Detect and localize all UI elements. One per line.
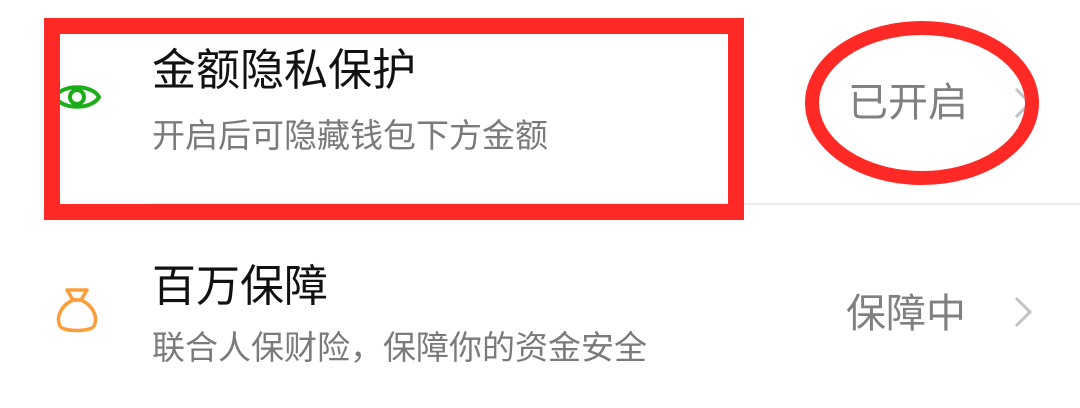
amount-privacy-description: 开启后可隐藏钱包下方金额 — [152, 116, 548, 155]
million-protection-status: 保障中 — [846, 291, 966, 337]
money-bag-icon — [56, 288, 98, 333]
million-protection-description: 联合人保财险，保障你的资金安全 — [152, 328, 647, 367]
chevron-right-icon — [1014, 296, 1033, 328]
chevron-right-icon — [1014, 87, 1033, 119]
amount-privacy-title: 金额隐私保护 — [152, 45, 416, 96]
wallet-settings-screen: 金额隐私保护 开启后可隐藏钱包下方金额 已开启 百万保障 联合人保财险，保障你的… — [0, 0, 1080, 408]
million-protection-setting-row[interactable]: 百万保障 联合人保财险，保障你的资金安全 保障中 — [0, 204, 1080, 408]
amount-privacy-setting-row[interactable]: 金额隐私保护 开启后可隐藏钱包下方金额 已开启 — [0, 0, 1080, 204]
eye-icon — [52, 85, 102, 109]
million-protection-title: 百万保障 — [152, 261, 328, 312]
amount-privacy-status: 已开启 — [848, 80, 968, 126]
